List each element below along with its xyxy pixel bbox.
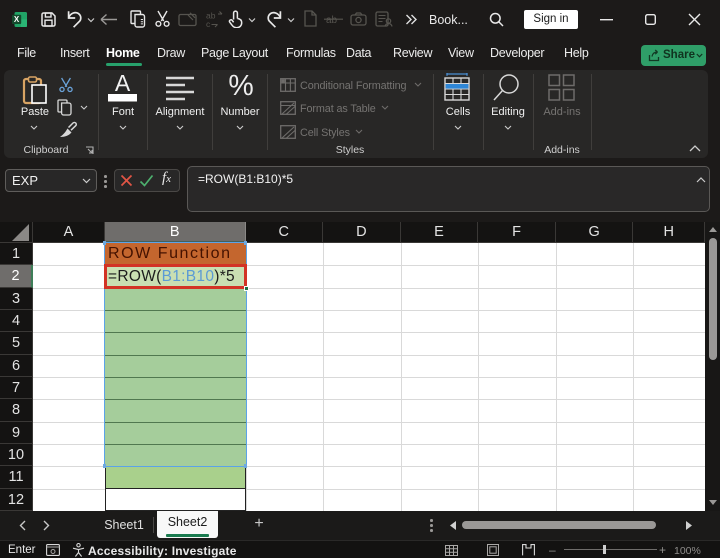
- svg-text:A: A: [115, 71, 131, 96]
- svg-text:ab: ab: [326, 15, 338, 25]
- svg-text:X: X: [14, 15, 20, 24]
